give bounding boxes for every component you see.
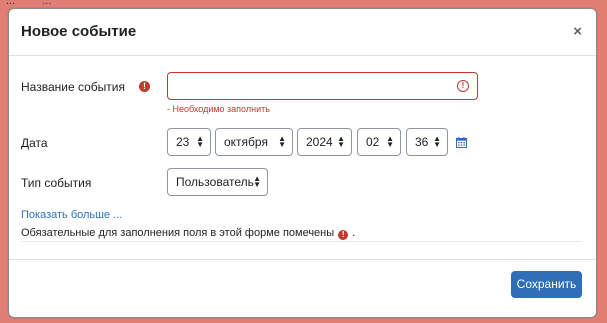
event-name-label: Название события (21, 80, 125, 94)
day-select-value: 23 (176, 135, 190, 149)
event-name-input[interactable]: ! (167, 72, 478, 100)
event-type-select-value: Пользователь (176, 175, 254, 189)
required-fields-note: Обязательные для заполнения поля в этой … (21, 227, 355, 240)
event-type-label: Тип события (21, 176, 92, 190)
modal-title: Новое событие (21, 23, 137, 40)
modal-header: Новое событие × (9, 9, 596, 56)
calendar-icon[interactable] (456, 137, 467, 148)
required-icon: ! (139, 81, 150, 92)
month-select-value: октября (224, 135, 268, 149)
minute-select-value: 36 (415, 135, 429, 149)
hour-select[interactable]: 02 ▲ ▼ (357, 128, 401, 156)
sort-arrows-icon: ▲ ▼ (253, 174, 261, 189)
divider (21, 241, 581, 242)
footer-divider (9, 259, 596, 260)
sort-arrows-icon: ▲ ▼ (278, 134, 286, 149)
close-icon[interactable]: × (573, 23, 582, 41)
new-event-modal: Новое событие × Название события ! ! - Н… (8, 8, 597, 318)
sort-arrows-icon: ▲ ▼ (433, 134, 441, 149)
required-note-end: . (352, 227, 356, 239)
sort-arrows-icon: ▲ ▼ (337, 134, 345, 149)
year-select[interactable]: 2024 ▲ ▼ (297, 128, 352, 156)
month-select[interactable]: октября ▲ ▼ (215, 128, 293, 156)
day-select[interactable]: 23 ▲ ▼ (167, 128, 211, 156)
sort-arrows-icon: ▲ ▼ (196, 134, 204, 149)
sort-arrows-icon: ▲ ▼ (386, 134, 394, 149)
hour-select-value: 02 (366, 135, 380, 149)
date-label: Дата (21, 136, 48, 150)
required-icon: ! (338, 230, 349, 240)
backdrop-link: ... (42, 0, 51, 4)
backdrop-text: ... (6, 0, 15, 4)
input-error-icon: ! (457, 80, 469, 92)
required-note-text: Обязательные для заполнения поля в этой … (21, 227, 335, 239)
show-more-link[interactable]: Показать больше ... (21, 209, 122, 222)
minute-select[interactable]: 36 ▲ ▼ (406, 128, 448, 156)
event-type-select[interactable]: Пользователь ▲ ▼ (167, 168, 268, 196)
save-button[interactable]: Сохранить (511, 271, 582, 298)
backdrop-content: ... ... (6, 0, 51, 4)
event-name-error: - Необходимо заполнить (167, 104, 270, 114)
year-select-value: 2024 (306, 135, 333, 149)
